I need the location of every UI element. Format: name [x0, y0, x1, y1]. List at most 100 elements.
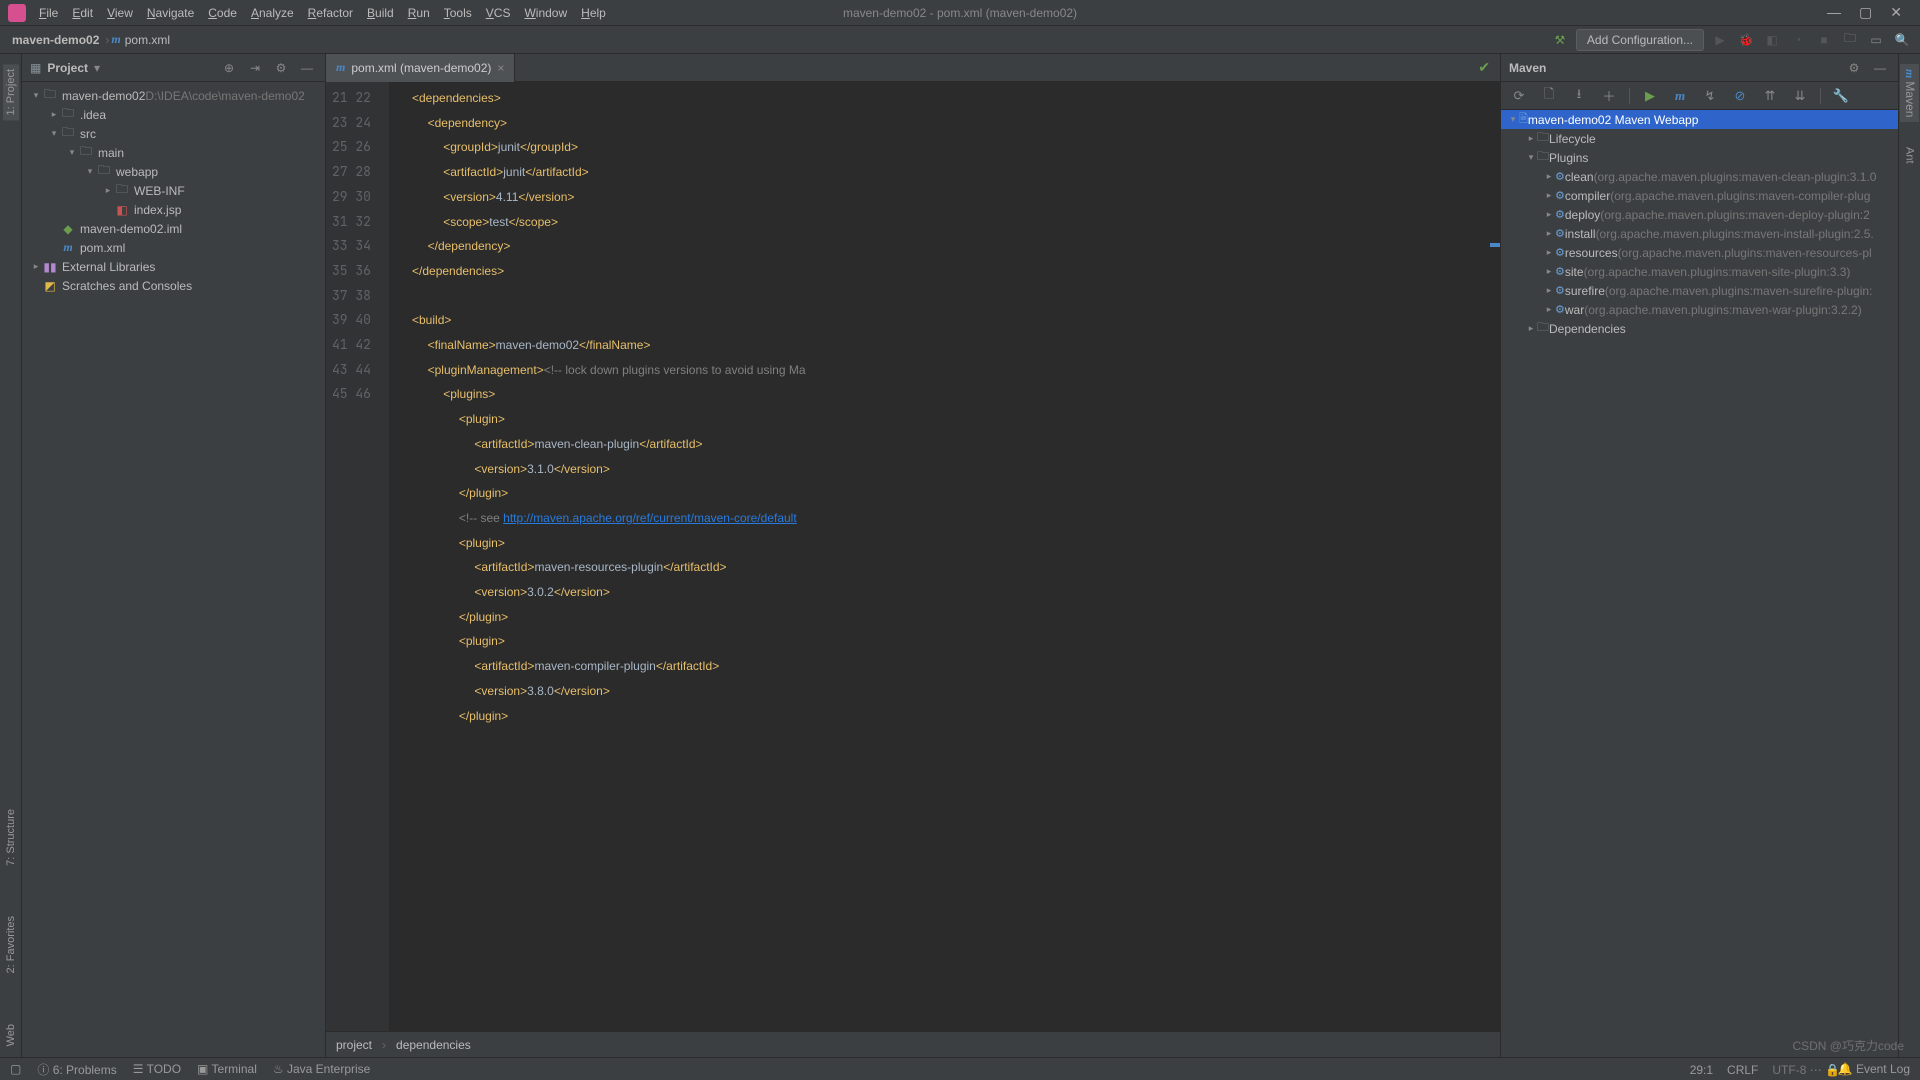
tree-item[interactable]: ◆maven-demo02.iml — [22, 219, 325, 238]
maven-tree-item[interactable]: ▾🗀 Plugins — [1501, 148, 1898, 167]
menu-view[interactable]: View — [100, 3, 140, 23]
maven-toolbar: ⟳ 🗋 ⭳ ＋ ▶ m ↯ ⊘ ⇈ ⇊ 🔧 — [1501, 82, 1898, 110]
generate-icon[interactable]: 🗋 — [1539, 86, 1559, 106]
project-panel-title[interactable]: Project — [47, 61, 88, 75]
settings-icon[interactable]: 🔧 — [1831, 86, 1851, 106]
toggle-icon[interactable]: ↯ — [1700, 86, 1720, 106]
line-ending[interactable]: CRLF — [1727, 1063, 1758, 1077]
project-panel: ▦ Project ▾ ⊕ ⇥ ⚙ — ▾🗀maven-demo02 D:\ID… — [22, 54, 326, 1057]
status-terminal[interactable]: ▣ Terminal — [197, 1062, 257, 1076]
status-todo[interactable]: ☰ TODO — [133, 1062, 181, 1076]
tree-item[interactable]: ▸🗀.idea — [22, 105, 325, 124]
tab-ant[interactable]: Ant — [1902, 142, 1918, 169]
maven-tree-item[interactable]: ▸🗀 Lifecycle — [1501, 129, 1898, 148]
menu-vcs[interactable]: VCS — [479, 3, 518, 23]
maven-tree-item[interactable]: ▸⚙ war (org.apache.maven.plugins:maven-w… — [1501, 300, 1898, 319]
collapse-icon[interactable]: ⇥ — [245, 58, 265, 78]
status-bar: ▢ ⓘ 6: Problems ☰ TODO ▣ Terminal ♨ Java… — [0, 1057, 1920, 1080]
gear-icon[interactable]: ⚙ — [1844, 58, 1864, 78]
tab-favorites[interactable]: 2: Favorites — [3, 911, 19, 978]
tab-structure[interactable]: 7: Structure — [3, 804, 19, 871]
maven-tree-item[interactable]: ▸⚙ surefire (org.apache.maven.plugins:ma… — [1501, 281, 1898, 300]
search-icon[interactable]: 🔍 — [1892, 30, 1912, 50]
breadcrumb-file[interactable]: pom.xml — [121, 33, 174, 47]
maven-tree[interactable]: ▾🗎 maven-demo02 Maven Webapp▸🗀 Lifecycle… — [1501, 110, 1898, 1057]
event-log[interactable]: 🔔 Event Log — [1838, 1062, 1910, 1076]
maven-tree-item[interactable]: ▸⚙ install (org.apache.maven.plugins:mav… — [1501, 224, 1898, 243]
breadcrumb-item[interactable]: dependencies — [396, 1038, 471, 1052]
locate-icon[interactable]: ⊕ — [219, 58, 239, 78]
window-icon[interactable]: ▭ — [1866, 30, 1886, 50]
dropdown-icon[interactable]: ▾ — [94, 61, 100, 75]
caret-position[interactable]: 29:1 — [1690, 1063, 1713, 1077]
menu-analyze[interactable]: Analyze — [244, 3, 301, 23]
tree-item[interactable]: ▸🗀WEB-INF — [22, 181, 325, 200]
maven-tree-item[interactable]: ▾🗎 maven-demo02 Maven Webapp — [1501, 110, 1898, 129]
download-icon[interactable]: ⭳ — [1569, 86, 1589, 106]
breadcrumb-item[interactable]: project — [336, 1038, 372, 1052]
menu-tools[interactable]: Tools — [437, 3, 479, 23]
menu-window[interactable]: Window — [517, 3, 574, 23]
debug-icon[interactable]: 🐞 — [1736, 30, 1756, 50]
run-icon[interactable]: ▶ — [1640, 86, 1660, 106]
menu-edit[interactable]: Edit — [65, 3, 100, 23]
code-area[interactable]: <dependencies> <dependency> <groupId>jun… — [390, 82, 1500, 1031]
window-title: maven-demo02 - pom.xml (maven-demo02) — [843, 6, 1077, 20]
maven-tree-item[interactable]: ▸⚙ compiler (org.apache.maven.plugins:ma… — [1501, 186, 1898, 205]
build-icon[interactable]: ⚒ — [1550, 30, 1570, 50]
line-gutter[interactable]: 21 22 23 24 25 26 27 28 29 30 31 32 33 3… — [326, 82, 390, 1031]
menu-refactor[interactable]: Refactor — [301, 3, 360, 23]
maven-tree-item[interactable]: ▸⚙ site (org.apache.maven.plugins:maven-… — [1501, 262, 1898, 281]
maximize-icon[interactable]: ▢ — [1859, 4, 1872, 21]
scrollbar-marks[interactable] — [1490, 82, 1500, 1031]
editor-breadcrumb: project › dependencies — [326, 1031, 1500, 1057]
tab-project[interactable]: 1: Project — [3, 64, 19, 120]
coverage-icon[interactable]: ◧ — [1762, 30, 1782, 50]
add-icon[interactable]: ＋ — [1599, 86, 1619, 106]
encoding[interactable]: UTF-8 ⋯ 🔒 — [1772, 1063, 1840, 1077]
gear-icon[interactable]: ⚙ — [271, 58, 291, 78]
breadcrumb-root[interactable]: maven-demo02 — [8, 33, 103, 47]
hide-icon[interactable]: — — [297, 58, 317, 78]
maven-tree-item[interactable]: ▸🗀 Dependencies — [1501, 319, 1898, 338]
tree-item[interactable]: ▾🗀src — [22, 124, 325, 143]
menu-build[interactable]: Build — [360, 3, 401, 23]
collapse-all-icon[interactable]: ⇈ — [1760, 86, 1780, 106]
project-tree[interactable]: ▾🗀maven-demo02 D:\IDEA\code\maven-demo02… — [22, 82, 325, 1057]
status-javaee[interactable]: ♨ Java Enterprise — [273, 1062, 370, 1076]
reload-icon[interactable]: ⟳ — [1509, 86, 1529, 106]
close-tab-icon[interactable]: × — [497, 61, 504, 75]
folder-icon[interactable]: 🗀 — [1840, 30, 1860, 50]
maven-tree-item[interactable]: ▸⚙ deploy (org.apache.maven.plugins:mave… — [1501, 205, 1898, 224]
profile-icon[interactable]: ◔ — [1788, 30, 1808, 50]
tree-item[interactable]: ▸▮▮External Libraries — [22, 257, 325, 276]
file-tab[interactable]: m pom.xml (maven-demo02) × — [326, 54, 515, 82]
tab-maven[interactable]: m Maven — [1900, 64, 1919, 122]
maven-m-icon[interactable]: m — [1670, 86, 1690, 106]
tree-item[interactable]: ▾🗀webapp — [22, 162, 325, 181]
minimize-icon[interactable]: — — [1827, 4, 1841, 21]
menu-help[interactable]: Help — [574, 3, 613, 23]
maven-tree-item[interactable]: ▸⚙ clean (org.apache.maven.plugins:maven… — [1501, 167, 1898, 186]
menu-file[interactable]: File — [32, 3, 65, 23]
tab-web[interactable]: Web — [3, 1019, 19, 1051]
tree-item[interactable]: ▾🗀maven-demo02 D:\IDEA\code\maven-demo02 — [22, 86, 325, 105]
stop-icon[interactable]: ■ — [1814, 30, 1834, 50]
hide-icon[interactable]: — — [1870, 58, 1890, 78]
run-icon[interactable]: ▶ — [1710, 30, 1730, 50]
tree-item[interactable]: ◧index.jsp — [22, 200, 325, 219]
close-icon[interactable]: ✕ — [1890, 4, 1902, 21]
status-box-icon[interactable]: ▢ — [10, 1062, 21, 1076]
menu-bar: FileEditViewNavigateCodeAnalyzeRefactorB… — [0, 0, 1920, 26]
skip-icon[interactable]: ⊘ — [1730, 86, 1750, 106]
tree-item[interactable]: mpom.xml — [22, 238, 325, 257]
menu-navigate[interactable]: Navigate — [140, 3, 201, 23]
maven-tree-item[interactable]: ▸⚙ resources (org.apache.maven.plugins:m… — [1501, 243, 1898, 262]
add-configuration-button[interactable]: Add Configuration... — [1576, 29, 1704, 51]
status-problems[interactable]: ⓘ 6: Problems — [37, 1061, 116, 1078]
tree-item[interactable]: ◩Scratches and Consoles — [22, 276, 325, 295]
expand-all-icon[interactable]: ⇊ — [1790, 86, 1810, 106]
menu-code[interactable]: Code — [201, 3, 244, 23]
tree-item[interactable]: ▾🗀main — [22, 143, 325, 162]
menu-run[interactable]: Run — [401, 3, 437, 23]
